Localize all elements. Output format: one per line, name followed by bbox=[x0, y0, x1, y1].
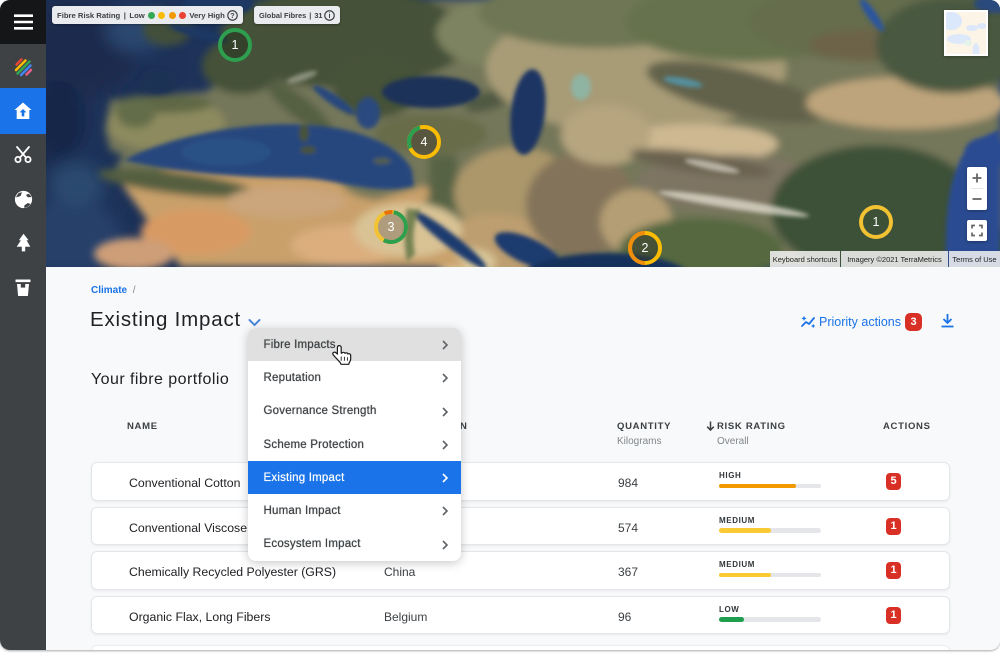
svg-text:i: i bbox=[329, 11, 331, 20]
svg-text:?: ? bbox=[230, 11, 234, 20]
